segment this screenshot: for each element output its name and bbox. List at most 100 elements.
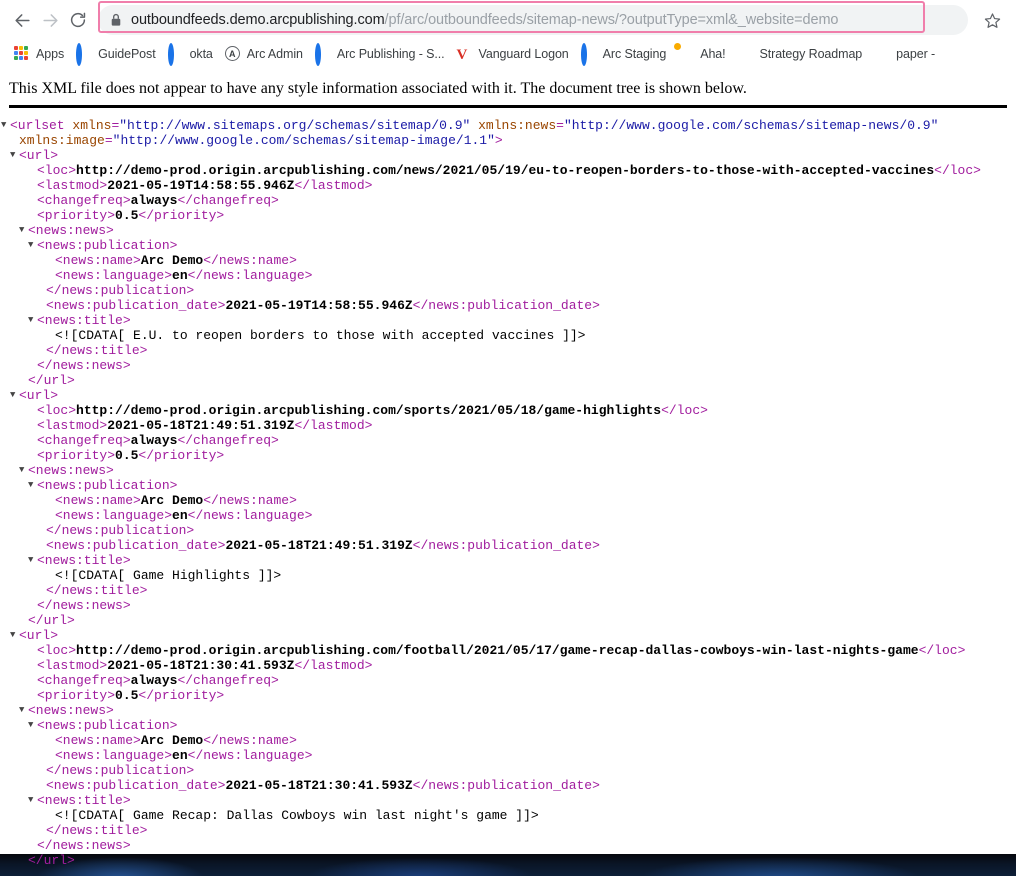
- xml-txt: en: [172, 268, 188, 283]
- xml-line: ▼ <news:news>: [0, 703, 1016, 718]
- xml-line: ▼ <news:news>: [0, 223, 1016, 238]
- reload-button[interactable]: [64, 6, 92, 34]
- bookmark-arc-admin[interactable]: A Arc Admin: [221, 42, 311, 66]
- back-button[interactable]: [8, 6, 36, 34]
- xml-tag: <url>: [19, 148, 59, 163]
- bookmark-apps[interactable]: Apps: [10, 42, 72, 66]
- xml-line: ▼ <news:publication>: [0, 718, 1016, 733]
- xml-tag: </url>: [28, 373, 75, 388]
- xml-tag: >: [494, 133, 503, 148]
- xml-tag: [470, 118, 478, 133]
- collapse-triangle-icon[interactable]: ▼: [19, 703, 28, 718]
- browser-chrome: outboundfeeds.demo.arcpublishing.com/pf/…: [0, 0, 1016, 68]
- xml-line: </news:news>: [0, 358, 1016, 373]
- xml-line: <lastmod>2021-05-18T21:30:41.593Z</lastm…: [0, 658, 1016, 673]
- bookmark-strategy-roadmap[interactable]: Strategy Roadmap: [734, 42, 871, 66]
- xml-line: <news:language>en</news:language>: [0, 748, 1016, 763]
- xml-line: ▼ <news:news>: [0, 463, 1016, 478]
- xml-tag: </changefreq>: [177, 433, 279, 448]
- xml-line: <loc>http://demo-prod.origin.arcpublishi…: [0, 643, 1016, 658]
- collapse-triangle-icon[interactable]: ▼: [28, 313, 37, 328]
- browser-toolbar: outboundfeeds.demo.arcpublishing.com/pf/…: [0, 0, 1016, 40]
- xml-tag: =: [104, 133, 113, 148]
- bookmark-arc-staging[interactable]: Arc Staging: [577, 42, 675, 66]
- arrow-left-icon: [14, 13, 30, 27]
- bookmark-paper[interactable]: paper -: [870, 42, 943, 66]
- collapse-triangle-icon[interactable]: ▼: [28, 553, 37, 568]
- xml-txt: 2021-05-18T21:49:51.319Z: [107, 418, 295, 433]
- xml-line: <news:name>Arc Demo</news:name>: [0, 493, 1016, 508]
- xml-line: ▼ <news:title>: [0, 313, 1016, 328]
- xml-style-notice: This XML file does not appear to have an…: [9, 80, 747, 97]
- xml-txt: Arc Demo: [140, 493, 204, 508]
- omnibox-wrapper: outboundfeeds.demo.arcpublishing.com/pf/…: [98, 1, 968, 35]
- bookmark-guidepost[interactable]: GuidePost: [72, 42, 163, 66]
- page-viewport: This XML file does not appear to have an…: [0, 68, 1016, 876]
- collapse-triangle-icon[interactable]: ▼: [1, 118, 10, 133]
- vanguard-v-icon: V: [456, 47, 468, 63]
- xml-tag: <news:name>: [55, 493, 141, 508]
- collapse-triangle-icon[interactable]: ▼: [28, 478, 37, 493]
- xml-tag: <lastmod>: [37, 418, 108, 433]
- xml-tag: </news:publication>: [46, 283, 195, 298]
- xml-txt: 0.5: [115, 208, 139, 223]
- xml-cdata: <![CDATA[ E.U. to reopen borders to thos…: [55, 328, 586, 343]
- address-bar[interactable]: outboundfeeds.demo.arcpublishing.com/pf/…: [98, 5, 968, 35]
- collapse-triangle-icon[interactable]: ▼: [28, 718, 37, 733]
- bookmark-vanguard-logon[interactable]: V Vanguard Logon: [453, 42, 577, 66]
- collapse-triangle-icon[interactable]: ▼: [19, 223, 28, 238]
- xml-tag: </lastmod>: [294, 178, 373, 193]
- collapse-triangle-icon[interactable]: ▼: [10, 388, 19, 403]
- xml-tag: </news:news>: [37, 838, 131, 853]
- xml-line: ▼ <news:title>: [0, 793, 1016, 808]
- collapse-triangle-icon[interactable]: ▼: [10, 148, 19, 163]
- xml-line: ▼ <news:publication>: [0, 238, 1016, 253]
- bookmark-label: Apps: [36, 47, 65, 61]
- xml-line: <![CDATA[ Game Highlights ]]>: [0, 568, 1016, 583]
- forward-button[interactable]: [36, 6, 64, 34]
- xml-tag: </news:news>: [37, 598, 131, 613]
- xml-tag: <loc>: [37, 163, 77, 178]
- bookmark-label: Arc Publishing - S...: [336, 47, 445, 61]
- xml-txt: Arc Demo: [140, 733, 204, 748]
- xml-txt: 0.5: [115, 688, 139, 703]
- xml-tag: =: [556, 118, 564, 133]
- xml-document-tree: ▼ <urlset xmlns="http://www.sitemaps.org/…: [0, 108, 1016, 868]
- xml-line: ▼ <url>: [0, 388, 1016, 403]
- collapse-triangle-icon[interactable]: ▼: [19, 463, 28, 478]
- xml-tag: </priority>: [138, 208, 225, 223]
- collapse-triangle-icon[interactable]: ▼: [10, 628, 19, 643]
- xml-tag: </lastmod>: [294, 658, 373, 673]
- bookmark-okta[interactable]: okta: [164, 42, 221, 66]
- xml-tag: </changefreq>: [177, 193, 279, 208]
- collapse-triangle-icon[interactable]: ▼: [28, 793, 37, 808]
- xml-tag: </news:news>: [37, 358, 131, 373]
- xml-line: <changefreq>always</changefreq>: [0, 433, 1016, 448]
- xml-line: </url>: [0, 853, 1016, 868]
- xml-tag: <news:news>: [28, 703, 114, 718]
- xml-line: </url>: [0, 373, 1016, 388]
- xml-val: "http://www.sitemaps.org/schemas/sitemap…: [119, 118, 471, 133]
- xml-tag: <priority>: [37, 688, 116, 703]
- arrow-right-icon: [42, 13, 58, 27]
- bookmark-arc-publishing[interactable]: Arc Publishing - S...: [311, 42, 453, 66]
- collapse-triangle-icon[interactable]: ▼: [28, 238, 37, 253]
- bookmark-star-button[interactable]: [978, 6, 1006, 34]
- bookmark-label: GuidePost: [98, 47, 156, 61]
- bookmark-aha[interactable]: Aha!: [674, 42, 733, 66]
- xml-txt: en: [172, 748, 188, 763]
- xml-tag: </news:name>: [203, 733, 297, 748]
- xml-tag: </priority>: [138, 688, 225, 703]
